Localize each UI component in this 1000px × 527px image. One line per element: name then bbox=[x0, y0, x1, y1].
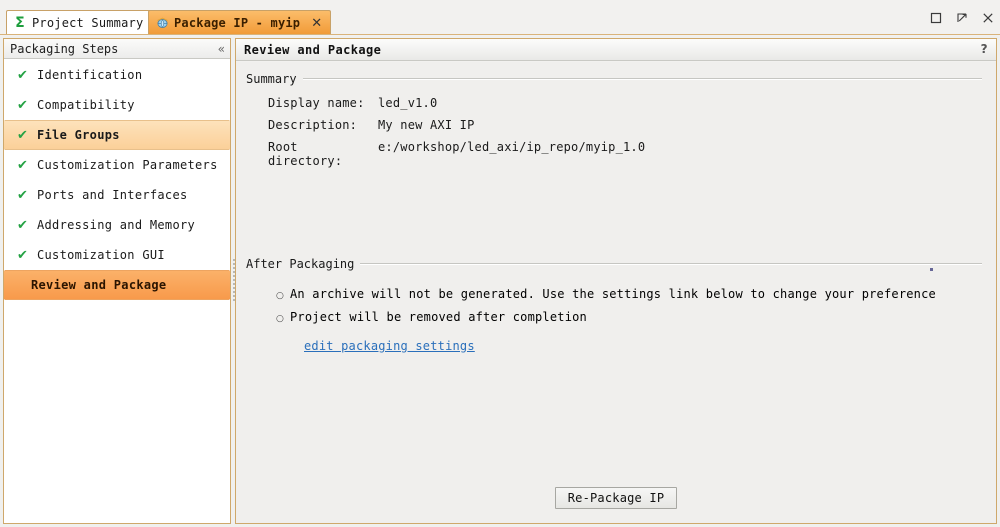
float-window-icon[interactable] bbox=[954, 10, 970, 26]
list-item: ○ An archive will not be generated. Use … bbox=[276, 287, 982, 310]
button-row: Re-Package IP bbox=[236, 487, 996, 509]
summary-heading: Summary bbox=[246, 72, 297, 86]
field-root-directory: Root directory: e:/workshop/led_axi/ip_r… bbox=[268, 140, 982, 168]
after-packaging-group: After Packaging ○ An archive will not be… bbox=[246, 257, 982, 353]
help-icon[interactable]: ? bbox=[981, 42, 988, 56]
check-icon: ✔ bbox=[17, 127, 29, 143]
sidebar-item-label: Addressing and Memory bbox=[37, 218, 196, 232]
package-ip-window: Σ Project Summary ✕ Package IP - myip ✕ bbox=[0, 0, 1000, 527]
sidebar-item-review-and-package[interactable]: Review and Package bbox=[4, 270, 230, 300]
sidebar-item-file-groups[interactable]: ✔ File Groups bbox=[4, 120, 230, 150]
re-package-ip-button[interactable]: Re-Package IP bbox=[554, 487, 678, 509]
field-label: Root directory: bbox=[268, 140, 343, 168]
window-controls bbox=[928, 8, 996, 28]
check-icon: ✔ bbox=[17, 157, 29, 173]
sidebar-item-label: Customization GUI bbox=[37, 248, 165, 262]
sidebar-item-ports-and-interfaces[interactable]: ✔ Ports and Interfaces bbox=[4, 180, 230, 210]
tab-project-summary-label: Project Summary bbox=[32, 16, 144, 30]
bullet-icon: ○ bbox=[276, 291, 285, 301]
list-item-text: Project will be removed after completion bbox=[290, 310, 587, 324]
sidebar-item-label: Ports and Interfaces bbox=[37, 188, 188, 202]
edit-packaging-settings-link[interactable]: edit packaging settings bbox=[304, 339, 475, 353]
sidebar-item-label: Identification bbox=[37, 68, 143, 82]
packaging-steps-list: ✔ Identification ✔ Compatibility ✔ File … bbox=[4, 60, 230, 523]
sidebar-item-compatibility[interactable]: ✔ Compatibility bbox=[4, 90, 230, 120]
field-value: led_v1.0 bbox=[378, 96, 438, 110]
sidebar-item-label: File Groups bbox=[37, 128, 120, 142]
summary-group-title: Summary bbox=[246, 72, 982, 86]
packaging-steps-header: Packaging Steps « bbox=[4, 39, 230, 59]
list-item-text: An archive will not be generated. Use th… bbox=[290, 287, 936, 301]
check-icon: ✔ bbox=[17, 247, 29, 263]
field-value: My new AXI IP bbox=[378, 118, 475, 132]
sidebar-item-label: Review and Package bbox=[31, 278, 167, 292]
sidebar-item-label: Customization Parameters bbox=[37, 158, 218, 172]
field-description: Description: My new AXI IP bbox=[268, 118, 982, 140]
check-icon: ✔ bbox=[17, 187, 29, 203]
tab-strip: Σ Project Summary ✕ Package IP - myip ✕ bbox=[0, 0, 1000, 36]
after-packaging-heading: After Packaging bbox=[246, 257, 355, 271]
field-label: Display name: bbox=[268, 96, 365, 110]
page-title: Review and Package bbox=[244, 42, 382, 57]
check-icon: ✔ bbox=[17, 67, 29, 83]
review-and-package-body: Summary Display name: led_v1.0 Descripti… bbox=[236, 62, 996, 523]
field-label: Description: bbox=[268, 118, 358, 132]
review-and-package-header: Review and Package ? bbox=[236, 39, 996, 61]
cursor-artifact bbox=[930, 268, 933, 271]
tab-package-ip-close-icon[interactable]: ✕ bbox=[311, 17, 322, 30]
sidebar-item-addressing-and-memory[interactable]: ✔ Addressing and Memory bbox=[4, 210, 230, 240]
maximize-icon[interactable] bbox=[928, 10, 944, 26]
packaging-steps-title: Packaging Steps bbox=[10, 41, 119, 56]
sigma-icon: Σ bbox=[15, 15, 25, 31]
tab-package-ip[interactable]: Package IP - myip ✕ bbox=[148, 10, 332, 35]
collapse-panel-icon[interactable]: « bbox=[218, 41, 225, 57]
group-rule bbox=[302, 78, 982, 80]
field-value: e:/workshop/led_axi/ip_repo/myip_1.0 bbox=[378, 140, 646, 154]
summary-fields: Display name: led_v1.0 Description: My n… bbox=[246, 96, 982, 168]
after-packaging-group-title: After Packaging bbox=[246, 257, 982, 271]
sidebar-item-label: Compatibility bbox=[37, 98, 135, 112]
review-and-package-panel: Review and Package ? Summary Display nam… bbox=[235, 38, 997, 524]
close-icon[interactable] bbox=[980, 10, 996, 26]
tab-package-ip-label: Package IP - myip bbox=[174, 16, 301, 30]
check-icon: ✔ bbox=[17, 97, 29, 113]
field-display-name: Display name: led_v1.0 bbox=[268, 96, 982, 118]
packaging-steps-panel: Packaging Steps « ✔ Identification ✔ Com… bbox=[3, 38, 231, 524]
package-icon bbox=[155, 16, 169, 30]
after-packaging-list: ○ An archive will not be generated. Use … bbox=[246, 287, 982, 353]
check-icon: ✔ bbox=[17, 217, 29, 233]
sidebar-item-customization-gui[interactable]: ✔ Customization GUI bbox=[4, 240, 230, 270]
list-item: ○ Project will be removed after completi… bbox=[276, 310, 982, 333]
sidebar-item-customization-parameters[interactable]: ✔ Customization Parameters bbox=[4, 150, 230, 180]
bullet-icon: ○ bbox=[276, 314, 285, 324]
group-rule bbox=[360, 263, 982, 265]
summary-group: Summary Display name: led_v1.0 Descripti… bbox=[246, 72, 982, 168]
sidebar-item-identification[interactable]: ✔ Identification bbox=[4, 60, 230, 90]
